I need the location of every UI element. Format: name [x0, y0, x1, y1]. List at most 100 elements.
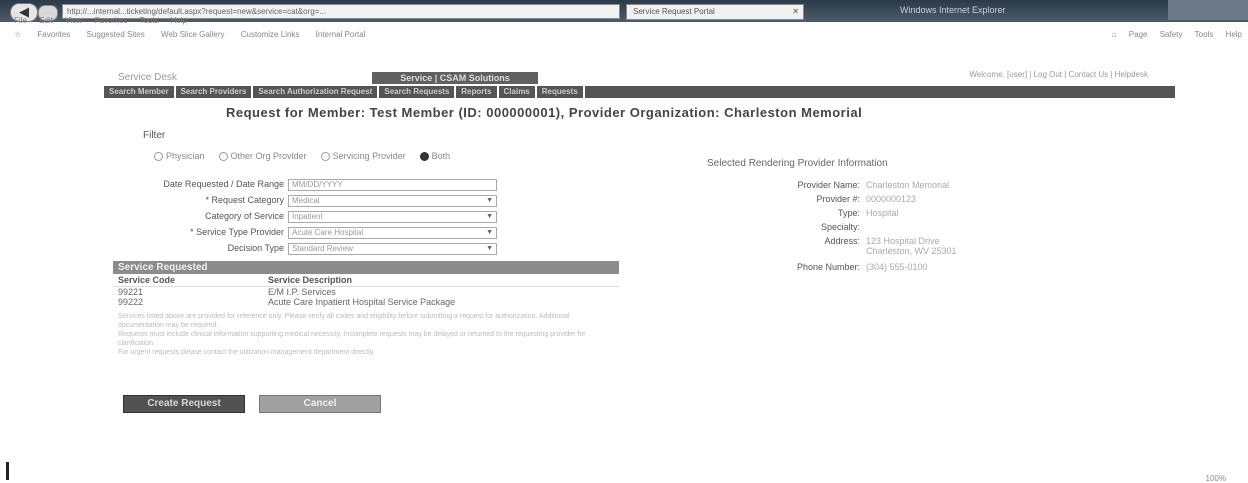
safety-menu[interactable]: Safety	[1160, 30, 1183, 39]
user-links[interactable]: Welcome, [user] | Log Out | Contact Us |…	[969, 70, 1148, 79]
radio-label: Servicing Provider	[332, 151, 406, 161]
nav-requests[interactable]: Requests	[537, 86, 585, 98]
menu-view[interactable]: View	[65, 16, 82, 25]
select-value: Acute Care Hospital	[292, 228, 364, 237]
nav-reports[interactable]: Reports	[456, 86, 499, 98]
chevron-down-icon[interactable]: ▼	[486, 212, 493, 222]
radio-dot[interactable]	[154, 151, 163, 161]
fav-link-2[interactable]: Suggested Sites	[87, 30, 145, 39]
browser-tab[interactable]: Service Request Portal ✕	[626, 4, 804, 20]
tab-title: Service Request Portal	[633, 7, 715, 16]
radio-dot[interactable]	[320, 151, 330, 161]
text-cursor	[6, 462, 9, 480]
radio-servicing[interactable]: Servicing Provider	[320, 151, 406, 161]
field-label: Decision Type	[227, 243, 284, 253]
main-nav: Search Member Search Providers Search Au…	[104, 86, 1175, 98]
note-line: Requests must include clinical informati…	[118, 331, 586, 347]
summary-row: Address: 123 Hospital Drive Charleston, W…	[720, 236, 1020, 262]
summary-row: Provider Name: Charleston Memorial	[720, 180, 1020, 194]
summary-value: 123 Hospital Drive Charleston, WV 25301	[866, 236, 957, 256]
radio-label: Other Org Provider	[230, 151, 307, 161]
menu-edit[interactable]: Edit	[39, 16, 53, 25]
nav-search-providers[interactable]: Search Providers	[176, 86, 254, 98]
nav-search-member[interactable]: Search Member	[104, 86, 176, 98]
summary-value: Charleston Memorial	[866, 180, 950, 190]
service-panel-header: Service Requested	[113, 261, 619, 274]
service-panel: Service Requested Service Code Service D…	[113, 261, 619, 357]
window-title: Windows Internet Explorer	[900, 5, 1006, 15]
date-input[interactable]: MM/DD/YYYY	[288, 179, 497, 191]
radio-both[interactable]: Both	[419, 151, 451, 161]
chevron-down-icon[interactable]: ▼	[486, 228, 493, 238]
help-menu[interactable]: Help	[1226, 30, 1242, 39]
menu-tools[interactable]: Tools	[140, 16, 159, 25]
summary-value: 0000000123	[866, 194, 917, 204]
page-menu[interactable]: Page	[1129, 30, 1148, 39]
select-value: Medical	[292, 196, 320, 205]
tools-menu[interactable]: Tools	[1195, 30, 1214, 39]
service-notes: Services listed above are provided for r…	[113, 307, 619, 357]
filter-label: Filter	[143, 130, 166, 141]
table-row[interactable]: 99222 Acute Care Inpatient Hospital Serv…	[113, 297, 619, 307]
col-service-code: Service Code	[113, 274, 263, 287]
service-code: 99222	[118, 297, 144, 307]
form-row-decision: Decision Type Standard Review ▼	[120, 243, 500, 255]
category-of-service-select[interactable]: Inpatient ▼	[288, 211, 497, 223]
summary-value: (304) 555-0100	[866, 262, 928, 272]
fav-link-5[interactable]: Internal Portal	[316, 30, 366, 39]
service-code: 99221	[118, 287, 144, 297]
close-tab-icon[interactable]: ✕	[792, 5, 799, 19]
menu-bar: File Edit View Favorites Tools Help ☆ Fa…	[0, 16, 1248, 44]
select-value: Inpatient	[292, 212, 323, 221]
form-row-category: * Request Category Medical ▼	[120, 195, 500, 207]
zoom-level[interactable]: 100%	[1206, 474, 1226, 483]
radio-label: Both	[431, 151, 451, 161]
fav-link-3[interactable]: Web Slice Gallery	[161, 30, 224, 39]
decision-type-select[interactable]: Standard Review ▼	[288, 243, 497, 255]
summary-key: Provider Name:	[797, 180, 860, 190]
radio-physician[interactable]: Physician	[154, 151, 205, 161]
summary-key: Specialty:	[820, 222, 860, 232]
nav-search-auth[interactable]: Search Authorization Request	[253, 86, 380, 98]
create-request-button[interactable]: Create Request	[123, 395, 245, 413]
summary-value: Hospital	[866, 208, 899, 218]
field-label: Category of Service	[204, 211, 284, 221]
note-line: Services listed above are provided for r…	[118, 313, 570, 329]
summary-row: Phone Number: (304) 555-0100	[720, 262, 1020, 276]
menu-help[interactable]: Help	[171, 16, 187, 25]
page-title: Request for Member: Test Member (ID: 000…	[226, 105, 863, 120]
home-icon[interactable]: ⌂	[1112, 30, 1117, 39]
request-category-select[interactable]: Medical ▼	[288, 195, 497, 207]
window-controls[interactable]	[1168, 0, 1248, 20]
form-row-provider-type: * Service Type Provider Acute Care Hospi…	[120, 227, 500, 239]
cancel-button[interactable]: Cancel	[259, 395, 381, 413]
summary-key: Phone Number:	[796, 262, 860, 272]
menu-favorites[interactable]: Favorites	[95, 16, 128, 25]
note-line: For urgent requests please contact the u…	[118, 349, 375, 356]
service-desc: Acute Care Inpatient Hospital Service Pa…	[268, 297, 456, 307]
radio-dot-selected[interactable]	[419, 151, 429, 161]
app-logo[interactable]: Service Desk	[118, 72, 177, 83]
table-row[interactable]: 99221 E/M I.P. Services	[113, 287, 619, 297]
chevron-down-icon[interactable]: ▼	[486, 196, 493, 206]
summary-row: Provider #: 0000000123	[720, 194, 1020, 208]
nav-search-requests[interactable]: Search Requests	[379, 86, 457, 98]
service-desc: E/M I.P. Services	[268, 287, 336, 297]
filter-radio-group: Physician Other Org Provider Servicing P…	[154, 151, 450, 161]
radio-other-org[interactable]: Other Org Provider	[218, 151, 307, 161]
provider-summary-title: Selected Rendering Provider Information	[707, 158, 888, 169]
fav-link-1[interactable]: Favorites	[37, 30, 70, 39]
service-table: Service Code Service Description 99221 E…	[113, 274, 619, 307]
summary-key: Provider #:	[816, 194, 860, 204]
summary-key: Type:	[837, 208, 860, 218]
chevron-down-icon[interactable]: ▼	[486, 244, 493, 254]
nav-claims[interactable]: Claims	[499, 86, 537, 98]
menu-file[interactable]: File	[14, 16, 27, 25]
app-center-label: Service | CSAM Solutions	[372, 72, 538, 84]
favorites-star-icon[interactable]: ☆	[14, 30, 21, 39]
fav-link-4[interactable]: Customize Links	[241, 30, 300, 39]
radio-dot[interactable]	[218, 151, 228, 161]
service-type-select[interactable]: Acute Care Hospital ▼	[288, 227, 497, 239]
provider-summary: Provider Name: Charleston Memorial Provid…	[720, 180, 1020, 276]
field-label: * Request Category	[205, 195, 284, 205]
